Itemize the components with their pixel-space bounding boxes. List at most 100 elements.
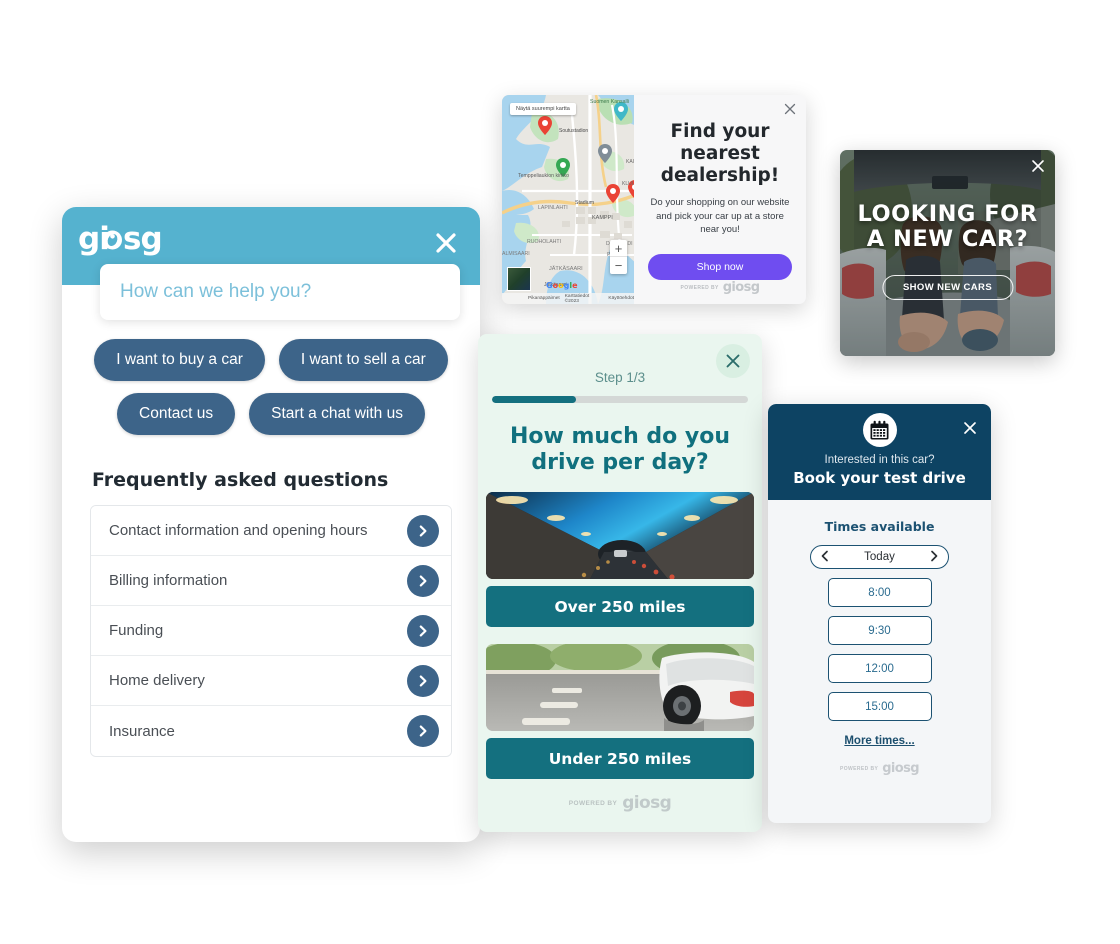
faq-list: Contact information and opening hours Bi… bbox=[90, 505, 452, 757]
google-letter: G bbox=[546, 281, 553, 290]
booking-subtitle: Interested in this car? bbox=[824, 454, 935, 466]
dealership-content: Find your nearest dealership! Do your sh… bbox=[634, 95, 806, 304]
quick-reply-sell-car[interactable]: I want to sell a car bbox=[278, 339, 448, 381]
new-car-banner[interactable]: LOOKING FOR A NEW CAR? SHOW NEW CARS bbox=[840, 150, 1055, 356]
svg-text:Suomen Kansalli: Suomen Kansalli bbox=[590, 99, 629, 105]
chat-widget: gi sg How can we help you? I want to buy… bbox=[62, 207, 480, 842]
giosg-wordmark: giosg bbox=[722, 280, 760, 295]
map-zoom-in-button[interactable]: + bbox=[610, 240, 627, 257]
car-banner-close-button[interactable] bbox=[1030, 158, 1046, 174]
faq-item-label: Home delivery bbox=[109, 672, 205, 689]
faq-item-contact-information[interactable]: Contact information and opening hours bbox=[91, 506, 451, 556]
close-icon bbox=[964, 422, 976, 434]
map-data-label: Karttatiedot ©2023 bbox=[564, 293, 590, 304]
survey-option-label-under-250[interactable]: Under 250 miles bbox=[486, 738, 754, 780]
faq-item-insurance[interactable]: Insurance bbox=[91, 706, 451, 756]
svg-text:KAIS: KAIS bbox=[626, 159, 634, 165]
time-slot-0800[interactable]: 8:00 bbox=[827, 578, 932, 607]
powered-by-label: POWERED BY bbox=[680, 284, 719, 291]
svg-text:ALMISAARI: ALMISAARI bbox=[502, 251, 530, 257]
powered-by-label: POWERED BY bbox=[568, 800, 618, 808]
faq-item-billing-information[interactable]: Billing information bbox=[91, 556, 451, 606]
survey-option-over-250[interactable]: Over 250 miles bbox=[486, 492, 754, 628]
survey-widget: Step 1/3 How much do you drive per day? bbox=[478, 334, 762, 832]
svg-text:Stadium: Stadium bbox=[575, 200, 594, 206]
survey-option-label-over-250[interactable]: Over 250 miles bbox=[486, 586, 754, 628]
chevron-right-icon[interactable] bbox=[929, 550, 939, 564]
dealership-popup: Suomen Kansalli Soutustadion KAIS Temppe… bbox=[502, 95, 806, 304]
google-letter: e bbox=[572, 281, 578, 290]
map-shortcuts-link[interactable]: Pikanäppäimet bbox=[528, 296, 560, 301]
svg-text:Soutustadion: Soutustadion bbox=[559, 128, 588, 134]
time-slot-0930[interactable]: 9:30 bbox=[827, 616, 932, 645]
tunnel-photo bbox=[486, 492, 754, 580]
dealership-subtitle: Do your shopping on our website and pick… bbox=[650, 197, 790, 235]
chat-close-button[interactable] bbox=[430, 227, 462, 259]
shop-now-button[interactable]: Shop now bbox=[648, 253, 792, 280]
tunnel-photo-graphic bbox=[486, 492, 754, 580]
svg-text:LAPINLAHTI: LAPINLAHTI bbox=[538, 205, 568, 211]
map-zoom-out-button[interactable]: − bbox=[610, 257, 627, 274]
map-zoom-controls[interactable]: + − bbox=[610, 240, 627, 274]
map-satellite-thumbnail[interactable] bbox=[507, 267, 531, 291]
booking-widget: Interested in this car? Book your test d… bbox=[768, 404, 991, 823]
giosg-logo-icon: gi sg bbox=[78, 223, 163, 257]
booking-widget-header: Interested in this car? Book your test d… bbox=[768, 404, 991, 500]
powered-by-giosg: POWERED BY giosg bbox=[680, 280, 761, 295]
map-terms-link[interactable]: Käyttöehdot bbox=[608, 296, 634, 301]
chevron-right-icon bbox=[407, 514, 439, 547]
survey-progress-bar bbox=[492, 396, 748, 403]
dealership-close-button[interactable] bbox=[783, 102, 797, 116]
svg-text:sg: sg bbox=[123, 223, 162, 257]
survey-close-button[interactable] bbox=[716, 344, 750, 378]
car-banner-overlay bbox=[840, 150, 1055, 356]
quick-reply-row-2: Contact us Start a chat with us bbox=[117, 393, 425, 435]
map-expand-button[interactable]: Näytä suurempi kartta bbox=[510, 103, 576, 115]
faq-item-home-delivery[interactable]: Home delivery bbox=[91, 656, 451, 706]
times-available-heading: Times available bbox=[824, 519, 935, 534]
road-car-photo bbox=[486, 644, 754, 732]
booking-close-button[interactable] bbox=[962, 420, 978, 436]
giosg-wordmark: giosg bbox=[882, 761, 919, 776]
svg-text:JÄTKÄSAARI: JÄTKÄSAARI bbox=[549, 265, 583, 272]
chat-prompt-field[interactable]: How can we help you? bbox=[100, 264, 460, 320]
svg-text:RUOHOLAHTI: RUOHOLAHTI bbox=[527, 239, 561, 245]
faq-item-funding[interactable]: Funding bbox=[91, 606, 451, 656]
chevron-right-icon bbox=[407, 564, 439, 597]
giosg-logo: gi sg bbox=[78, 223, 174, 257]
calendar-icon-glyph bbox=[870, 420, 889, 439]
faq-item-label: Insurance bbox=[109, 722, 175, 740]
svg-text:KLUUV: KLUUV bbox=[622, 181, 634, 187]
faq-heading: Frequently asked questions bbox=[92, 469, 389, 491]
close-icon bbox=[784, 103, 796, 115]
faq-item-label: Funding bbox=[109, 622, 164, 639]
chat-widget-body: I want to buy a car I want to sell a car… bbox=[62, 285, 480, 757]
more-times-link[interactable]: More times... bbox=[768, 735, 991, 747]
time-slot-1500[interactable]: 15:00 bbox=[827, 692, 932, 721]
chevron-right-icon bbox=[407, 715, 439, 747]
survey-option-under-250[interactable]: Under 250 miles bbox=[486, 644, 754, 780]
day-selector[interactable]: Today bbox=[810, 545, 949, 569]
car-banner-headline: LOOKING FOR A NEW CAR? bbox=[857, 201, 1038, 252]
giosg-wordmark: giosg bbox=[622, 793, 672, 814]
powered-by-giosg: POWERED BY giosg bbox=[768, 762, 991, 775]
chat-prompt-text: How can we help you? bbox=[120, 281, 312, 302]
quick-reply-group: I want to buy a car I want to sell a car… bbox=[84, 339, 458, 435]
chevron-right-icon bbox=[407, 664, 439, 697]
show-new-cars-button[interactable]: SHOW NEW CARS bbox=[881, 275, 1014, 300]
map-panel[interactable]: Suomen Kansalli Soutustadion KAIS Temppe… bbox=[502, 95, 634, 304]
quick-reply-buy-car[interactable]: I want to buy a car bbox=[94, 339, 265, 381]
time-slot-1200[interactable]: 12:00 bbox=[827, 654, 932, 683]
svg-text:Temppeliaukion kirkko: Temppeliaukion kirkko bbox=[518, 173, 569, 179]
day-label: Today bbox=[864, 551, 895, 563]
dealership-title: Find your nearest dealership! bbox=[660, 121, 780, 186]
chevron-right-icon bbox=[407, 614, 439, 647]
faq-item-label: Contact information and opening hours bbox=[109, 522, 368, 539]
survey-question: How much do you drive per day? bbox=[509, 424, 731, 475]
faq-item-label: Billing information bbox=[109, 572, 228, 589]
quick-reply-start-chat[interactable]: Start a chat with us bbox=[249, 393, 425, 435]
quick-reply-contact-us[interactable]: Contact us bbox=[117, 393, 236, 435]
close-icon bbox=[436, 233, 456, 253]
svg-text:KAMPPI: KAMPPI bbox=[592, 215, 613, 221]
chevron-left-icon[interactable] bbox=[820, 550, 830, 564]
